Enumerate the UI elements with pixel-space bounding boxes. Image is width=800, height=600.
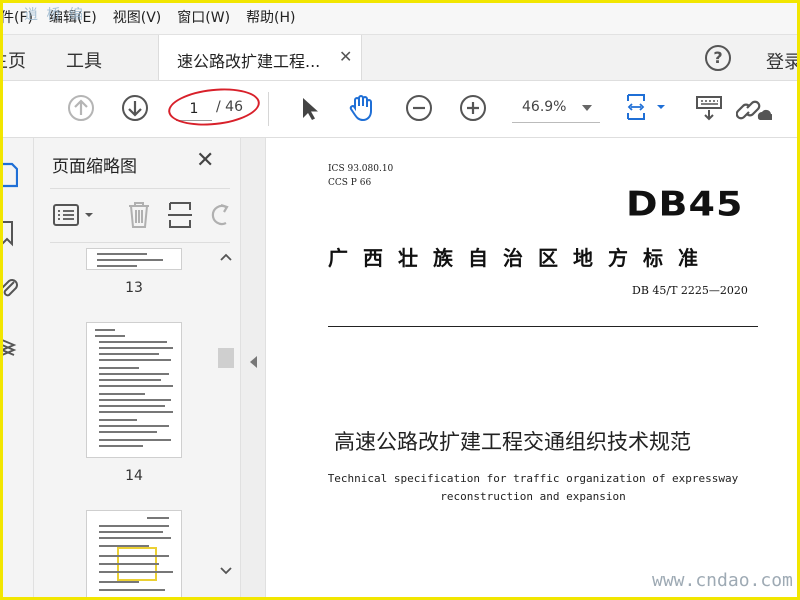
document-title-cn: 高速公路改扩建工程交通组织技术规范	[334, 430, 691, 454]
fit-page-icon[interactable]	[624, 92, 668, 122]
panel-divider	[50, 242, 230, 243]
close-icon[interactable]: ✕	[196, 148, 214, 173]
page-thumbnail-15[interactable]	[86, 510, 182, 600]
zoom-in-icon[interactable]	[458, 93, 488, 123]
login-button[interactable]: 登录	[766, 48, 800, 74]
zoom-select[interactable]: 46.9%	[512, 93, 600, 123]
link-cloud-icon[interactable]	[736, 93, 772, 123]
document-title-en-line2: reconstruction and expansion	[440, 490, 626, 503]
navigation-strip	[0, 138, 34, 600]
select-cursor-icon[interactable]	[294, 93, 324, 123]
page-thumbnails-icon[interactable]	[0, 160, 18, 190]
document-page: ICS 93.080.10 CCS P 66 DB45 广西壮族自治区地方标准 …	[266, 138, 800, 600]
bookmark-icon[interactable]	[0, 218, 18, 248]
layers-icon[interactable]	[0, 332, 18, 362]
thumbnail-scrollbar[interactable]	[216, 248, 236, 588]
zoom-out-icon[interactable]	[404, 93, 434, 123]
previous-page-icon[interactable]	[66, 93, 96, 123]
page-thumbnail-13[interactable]	[86, 248, 182, 270]
chevron-down-icon	[582, 105, 592, 111]
page-thumbnail-14[interactable]	[86, 322, 182, 458]
ccs-code: CCS P 66	[328, 178, 372, 188]
document-title-en-line1: Technical specification for traffic orga…	[327, 472, 739, 485]
panel-tools	[50, 198, 240, 232]
collapse-arrow-icon	[250, 356, 257, 368]
tab-document-label: 速公路改扩建工程...	[177, 52, 321, 71]
tab-bar: 主页 工具 速公路改扩建工程... ✕ ? 登录	[0, 34, 800, 81]
attachment-icon[interactable]	[0, 272, 18, 302]
chevron-down-icon[interactable]	[219, 566, 233, 576]
rotate-icon[interactable]	[206, 202, 232, 228]
panel-title: 页面缩略图	[52, 157, 137, 177]
site-watermark: www.cndao.com	[652, 570, 793, 591]
header-rule	[328, 326, 758, 327]
standard-number: DB 45/T 2225—2020	[632, 284, 748, 297]
help-icon[interactable]: ?	[705, 45, 731, 71]
chevron-up-icon[interactable]	[219, 252, 233, 262]
thumbnail-options-icon[interactable]	[52, 202, 98, 228]
menu-bar: 件(F) 编辑(E) 视图(V) 窗口(W) 帮助(H)	[0, 0, 800, 34]
next-page-icon[interactable]	[120, 93, 150, 123]
extract-pages-icon[interactable]	[166, 200, 194, 230]
thumbnail-panel: 页面缩略图 ✕ 13 14	[34, 138, 240, 600]
tab-document[interactable]: 速公路改扩建工程... ✕	[158, 35, 362, 81]
tab-tools[interactable]: 工具	[66, 47, 102, 73]
keyboard-icon[interactable]	[694, 93, 724, 123]
standard-type: 广西壮族自治区地方标准	[328, 246, 713, 270]
ics-code: ICS 93.080.10	[328, 164, 394, 174]
tab-home[interactable]: 主页	[0, 47, 26, 73]
menu-help[interactable]: 帮助(H)	[246, 7, 295, 27]
thumbnail-label: 13	[125, 280, 143, 296]
delete-icon[interactable]	[126, 200, 152, 230]
tab-close-icon[interactable]: ✕	[339, 47, 352, 66]
corner-watermark: 逍 桥 编	[24, 7, 85, 23]
panel-divider	[50, 188, 230, 189]
zoom-value: 46.9%	[522, 99, 567, 115]
menu-window[interactable]: 窗口(W)	[177, 7, 230, 27]
panel-collapse-handle[interactable]	[240, 138, 266, 600]
thumbnail-label: 14	[125, 468, 143, 484]
hand-tool-icon[interactable]	[346, 92, 376, 122]
standard-logo: DB45	[626, 184, 744, 224]
scrollbar-thumb[interactable]	[218, 348, 234, 368]
menu-view[interactable]: 视图(V)	[113, 7, 162, 27]
toolbar-divider	[268, 92, 269, 126]
